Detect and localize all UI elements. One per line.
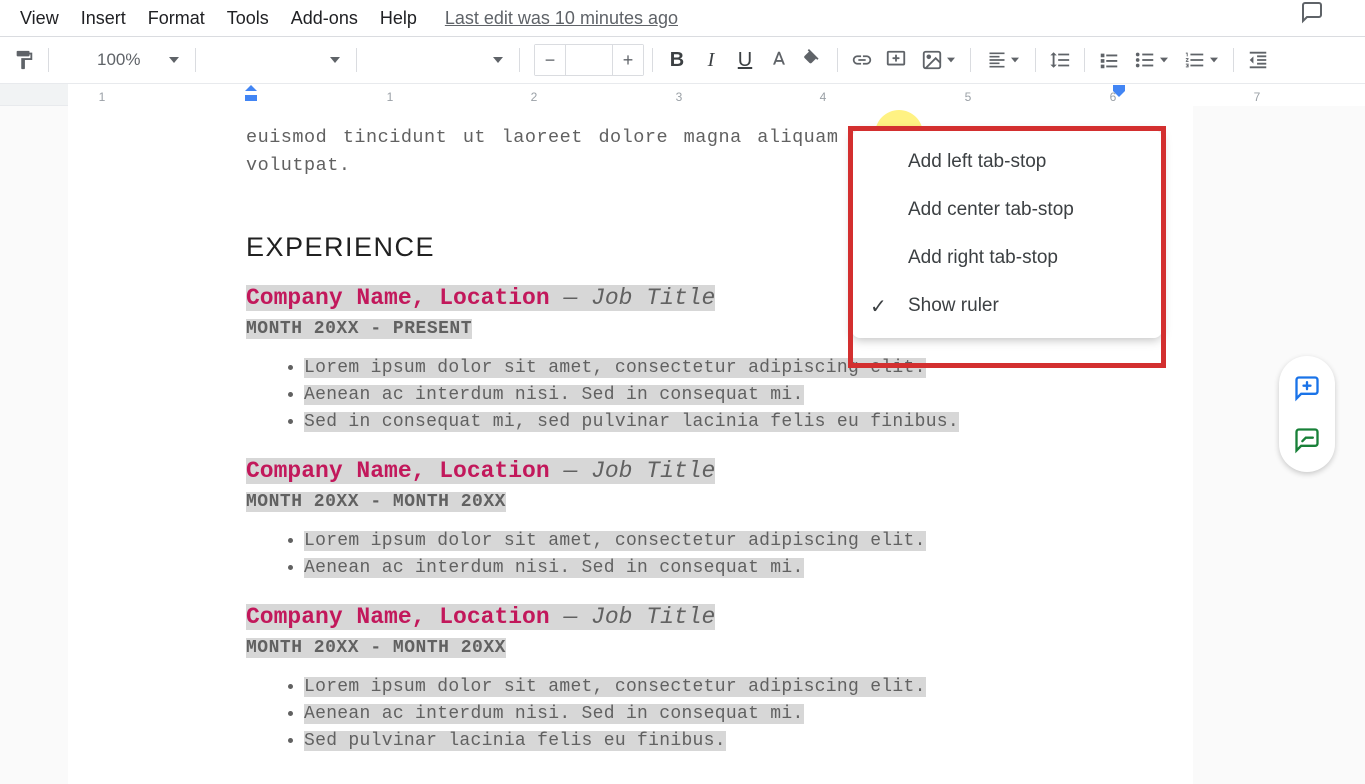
separator <box>1233 48 1234 72</box>
separator <box>652 48 653 72</box>
bullet-item[interactable]: Aenean ac interdum nisi. Sed in consequa… <box>304 555 1015 582</box>
bullet-item[interactable]: Sed in consequat mi, sed pulvinar lacini… <box>304 409 1015 436</box>
bullet-item[interactable]: Lorem ipsum dolor sit amet, consectetur … <box>304 355 1015 382</box>
line-spacing-button[interactable] <box>1044 44 1076 76</box>
toolbar: 100% − + B I U <box>0 36 1365 84</box>
bullet-item[interactable]: Lorem ipsum dolor sit amet, consectetur … <box>304 528 1015 555</box>
job-entry: Company Name, Location — Job Title MONTH… <box>246 458 1015 582</box>
job-bullets: Lorem ipsum dolor sit amet, consectetur … <box>246 528 1015 582</box>
decrease-indent-button[interactable] <box>1242 44 1274 76</box>
job-title-line[interactable]: Company Name, Location — Job Title <box>246 458 1015 484</box>
underline-button[interactable]: U <box>729 44 761 76</box>
dash: — <box>550 458 591 484</box>
chevron-down-icon <box>947 56 955 64</box>
separator <box>837 48 838 72</box>
bullet-item[interactable]: Lorem ipsum dolor sit amet, consectetur … <box>304 674 1015 701</box>
job-entry: Company Name, Location — Job Title MONTH… <box>246 604 1015 755</box>
company-name: Company Name, Location <box>246 285 550 311</box>
check-icon: ✓ <box>870 294 887 319</box>
checklist-button[interactable] <box>1093 44 1125 76</box>
ruler-tick: 1 <box>99 90 106 104</box>
ruler-tick: 7 <box>1254 90 1261 104</box>
chevron-down-icon <box>169 55 179 65</box>
align-button[interactable] <box>979 44 1027 76</box>
separator <box>519 48 520 72</box>
ruler[interactable]: 1 1 2 3 4 5 6 7 <box>0 84 1365 106</box>
add-comment-button[interactable] <box>880 44 912 76</box>
ctx-show-ruler-label: Show ruler <box>908 295 999 317</box>
chevron-down-icon <box>1011 56 1019 64</box>
add-comment-floating-button[interactable] <box>1289 370 1325 406</box>
dash: — <box>550 604 591 630</box>
job-bullets: Lorem ipsum dolor sit amet, consectetur … <box>246 355 1015 436</box>
menu-help[interactable]: Help <box>370 2 427 35</box>
separator <box>48 48 49 72</box>
separator <box>1084 48 1085 72</box>
ctx-add-left-tab-stop[interactable]: Add left tab-stop <box>852 138 1162 186</box>
job-title-line[interactable]: Company Name, Location — Job Title <box>246 604 1015 630</box>
ctx-show-ruler[interactable]: ✓ Show ruler <box>852 282 1162 330</box>
suggest-edits-floating-button[interactable] <box>1289 422 1325 458</box>
ruler-tick: 5 <box>965 90 972 104</box>
chevron-down-icon <box>1160 56 1168 64</box>
job-title: Job Title <box>591 604 715 630</box>
font-size-decrease[interactable]: − <box>535 45 565 75</box>
ruler-tick: 2 <box>531 90 538 104</box>
ctx-add-center-tab-stop[interactable]: Add center tab-stop <box>852 186 1162 234</box>
insert-link-button[interactable] <box>846 44 878 76</box>
highlight-color-button[interactable] <box>797 44 829 76</box>
paint-format-button[interactable] <box>8 44 40 76</box>
bullet-item[interactable]: Sed pulvinar lacinia felis eu finibus. <box>304 728 1015 755</box>
company-name: Company Name, Location <box>246 458 550 484</box>
ctx-add-right-tab-stop[interactable]: Add right tab-stop <box>852 234 1162 282</box>
zoom-select[interactable]: 100% <box>85 44 187 76</box>
zoom-value: 100% <box>97 50 140 70</box>
job-bullets: Lorem ipsum dolor sit amet, consectetur … <box>246 674 1015 755</box>
job-dates[interactable]: MONTH 20XX - MONTH 20XX <box>246 492 1015 512</box>
last-edit-link[interactable]: Last edit was 10 minutes ago <box>445 8 678 29</box>
text-color-button[interactable] <box>763 44 795 76</box>
ruler-tick: 4 <box>820 90 827 104</box>
bold-button[interactable]: B <box>661 44 693 76</box>
chevron-down-icon <box>1210 56 1218 64</box>
ruler-tick: 3 <box>676 90 683 104</box>
menu-tools[interactable]: Tools <box>217 2 279 35</box>
insert-image-button[interactable] <box>914 44 962 76</box>
numbered-list-button[interactable] <box>1177 44 1225 76</box>
font-select[interactable] <box>365 44 511 76</box>
ruler-right-indent-marker[interactable] <box>1113 85 1125 104</box>
bulleted-list-button[interactable] <box>1127 44 1175 76</box>
separator <box>970 48 971 72</box>
company-name: Company Name, Location <box>246 604 550 630</box>
ruler-tick: 1 <box>387 90 394 104</box>
job-title: Job Title <box>591 458 715 484</box>
chevron-down-icon <box>493 55 503 65</box>
bullet-item[interactable]: Aenean ac interdum nisi. Sed in consequa… <box>304 382 1015 409</box>
job-dates[interactable]: MONTH 20XX - MONTH 20XX <box>246 638 1015 658</box>
menu-insert[interactable]: Insert <box>71 2 136 35</box>
italic-button[interactable]: I <box>695 44 727 76</box>
font-size-spinner: − + <box>534 44 644 76</box>
job-title: Job Title <box>591 285 715 311</box>
font-size-input[interactable] <box>565 45 613 75</box>
menu-format[interactable]: Format <box>138 2 215 35</box>
menu-view[interactable]: View <box>10 2 69 35</box>
dash: — <box>550 285 591 311</box>
separator <box>1035 48 1036 72</box>
chevron-down-icon <box>330 55 340 65</box>
font-size-increase[interactable]: + <box>613 45 643 75</box>
ruler-left-indent-marker[interactable] <box>245 85 257 108</box>
comment-history-icon[interactable] <box>1299 0 1325 29</box>
floating-actions <box>1279 356 1335 472</box>
styles-select[interactable] <box>204 44 348 76</box>
separator <box>195 48 196 72</box>
bullet-item[interactable]: Aenean ac interdum nisi. Sed in consequa… <box>304 701 1015 728</box>
menu-bar: View Insert Format Tools Add-ons Help La… <box>0 0 1365 36</box>
ruler-context-menu: Add left tab-stop Add center tab-stop Ad… <box>852 130 1162 338</box>
menu-addons[interactable]: Add-ons <box>281 2 368 35</box>
separator <box>356 48 357 72</box>
